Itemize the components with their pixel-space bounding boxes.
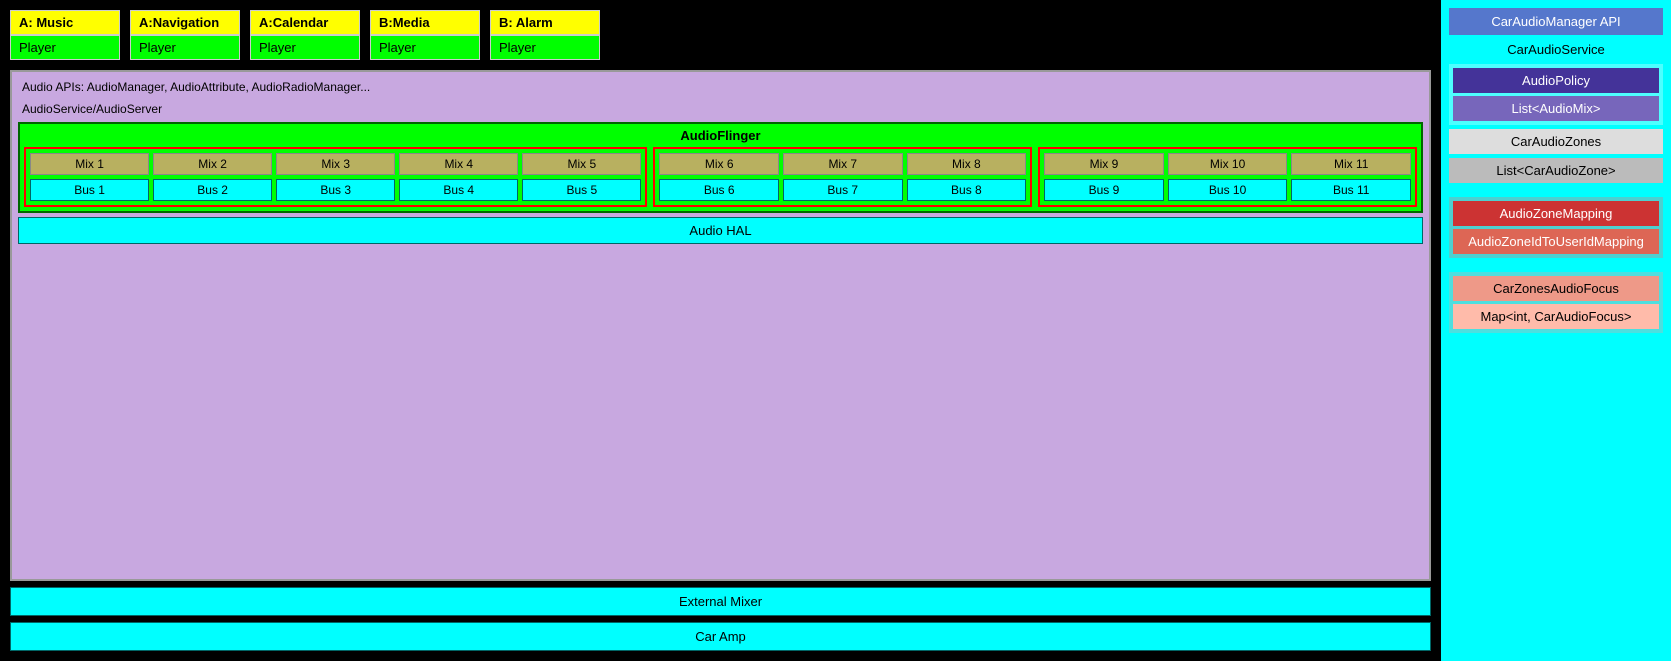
mix-row-2: Mix 6 Mix 7 Mix 8 (659, 153, 1026, 175)
mix-6: Mix 6 (659, 153, 779, 175)
map-car-audio-focus: Map<int, CarAudioFocus> (1453, 304, 1659, 329)
mix-2: Mix 2 (153, 153, 272, 175)
bus-row-2: Bus 6 Bus 7 Bus 8 (659, 179, 1026, 201)
app-calendar-label: A:Calendar (250, 10, 360, 35)
zones-row: Mix 1 Mix 2 Mix 3 Mix 4 Mix 5 Bus 1 Bus … (24, 147, 1417, 207)
mix-3: Mix 3 (276, 153, 395, 175)
app-block-music: A: Music Player (10, 10, 120, 60)
mix-1: Mix 1 (30, 153, 149, 175)
car-amp-box: Car Amp (10, 622, 1431, 651)
bus-6: Bus 6 (659, 179, 779, 201)
left-panel: A: Music Player A:Navigation Player A:Ca… (0, 0, 1441, 661)
audio-server-label: AudioService/AudioServer (18, 100, 1423, 118)
app-block-calendar: A:Calendar Player (250, 10, 360, 60)
architecture-box: Audio APIs: AudioManager, AudioAttribute… (10, 70, 1431, 581)
mix-row-3: Mix 9 Mix 10 Mix 11 (1044, 153, 1411, 175)
right-panel: CarAudioManager API CarAudioService Audi… (1441, 0, 1671, 661)
bus-8: Bus 8 (907, 179, 1027, 201)
app-row: A: Music Player A:Navigation Player A:Ca… (10, 10, 1431, 60)
car-audio-zones: CarAudioZones (1449, 129, 1663, 154)
car-audio-service-label: CarAudioService (1449, 39, 1663, 60)
bus-row-3: Bus 9 Bus 10 Bus 11 (1044, 179, 1411, 201)
app-navigation-label: A:Navigation (130, 10, 240, 35)
app-block-alarm: B: Alarm Player (490, 10, 600, 60)
app-media-player: Player (370, 35, 480, 60)
car-zones-audio-focus: CarZonesAudioFocus (1453, 276, 1659, 301)
car-audio-manager-api: CarAudioManager API (1449, 8, 1663, 35)
audio-zone-id-to-user-id: AudioZoneIdToUserIdMapping (1453, 229, 1659, 254)
app-alarm-player: Player (490, 35, 600, 60)
mix-5: Mix 5 (522, 153, 641, 175)
audio-policy: AudioPolicy (1453, 68, 1659, 93)
app-navigation-player: Player (130, 35, 240, 60)
app-block-navigation: A:Navigation Player (130, 10, 240, 60)
list-audio-mix: List<AudioMix> (1453, 96, 1659, 121)
app-block-media: B:Media Player (370, 10, 480, 60)
audio-policy-section: AudioPolicy List<AudioMix> (1449, 64, 1663, 125)
list-car-audio-zone: List<CarAudioZone> (1449, 158, 1663, 183)
bus-2: Bus 2 (153, 179, 272, 201)
audio-hal-box: Audio HAL (18, 217, 1423, 244)
app-alarm-label: B: Alarm (490, 10, 600, 35)
audio-zone-mapping-section: AudioZoneMapping AudioZoneIdToUserIdMapp… (1449, 197, 1663, 258)
mix-9: Mix 9 (1044, 153, 1164, 175)
app-media-label: B:Media (370, 10, 480, 35)
bus-9: Bus 9 (1044, 179, 1164, 201)
mix-row-1: Mix 1 Mix 2 Mix 3 Mix 4 Mix 5 (30, 153, 641, 175)
zone-box-2: Mix 6 Mix 7 Mix 8 Bus 6 Bus 7 Bus 8 (653, 147, 1032, 207)
bus-3: Bus 3 (276, 179, 395, 201)
mix-10: Mix 10 (1168, 153, 1288, 175)
app-calendar-player: Player (250, 35, 360, 60)
bus-7: Bus 7 (783, 179, 903, 201)
bus-1: Bus 1 (30, 179, 149, 201)
audio-flinger-area: AudioFlinger Mix 1 Mix 2 Mix 3 Mix 4 Mix… (18, 122, 1423, 213)
audio-api-label: Audio APIs: AudioManager, AudioAttribute… (18, 78, 1423, 96)
audio-zone-mapping: AudioZoneMapping (1453, 201, 1659, 226)
mix-11: Mix 11 (1291, 153, 1411, 175)
app-music-player: Player (10, 35, 120, 60)
car-zones-audio-focus-section: CarZonesAudioFocus Map<int, CarAudioFocu… (1449, 272, 1663, 333)
mix-7: Mix 7 (783, 153, 903, 175)
external-mixer-box: External Mixer (10, 587, 1431, 616)
bus-10: Bus 10 (1168, 179, 1288, 201)
app-music-label: A: Music (10, 10, 120, 35)
bus-11: Bus 11 (1291, 179, 1411, 201)
bus-5: Bus 5 (522, 179, 641, 201)
bus-row-1: Bus 1 Bus 2 Bus 3 Bus 4 Bus 5 (30, 179, 641, 201)
mix-4: Mix 4 (399, 153, 518, 175)
zone-box-1: Mix 1 Mix 2 Mix 3 Mix 4 Mix 5 Bus 1 Bus … (24, 147, 647, 207)
audio-flinger-label: AudioFlinger (24, 128, 1417, 143)
bus-4: Bus 4 (399, 179, 518, 201)
mix-8: Mix 8 (907, 153, 1027, 175)
zone-box-3: Mix 9 Mix 10 Mix 11 Bus 9 Bus 10 Bus 11 (1038, 147, 1417, 207)
